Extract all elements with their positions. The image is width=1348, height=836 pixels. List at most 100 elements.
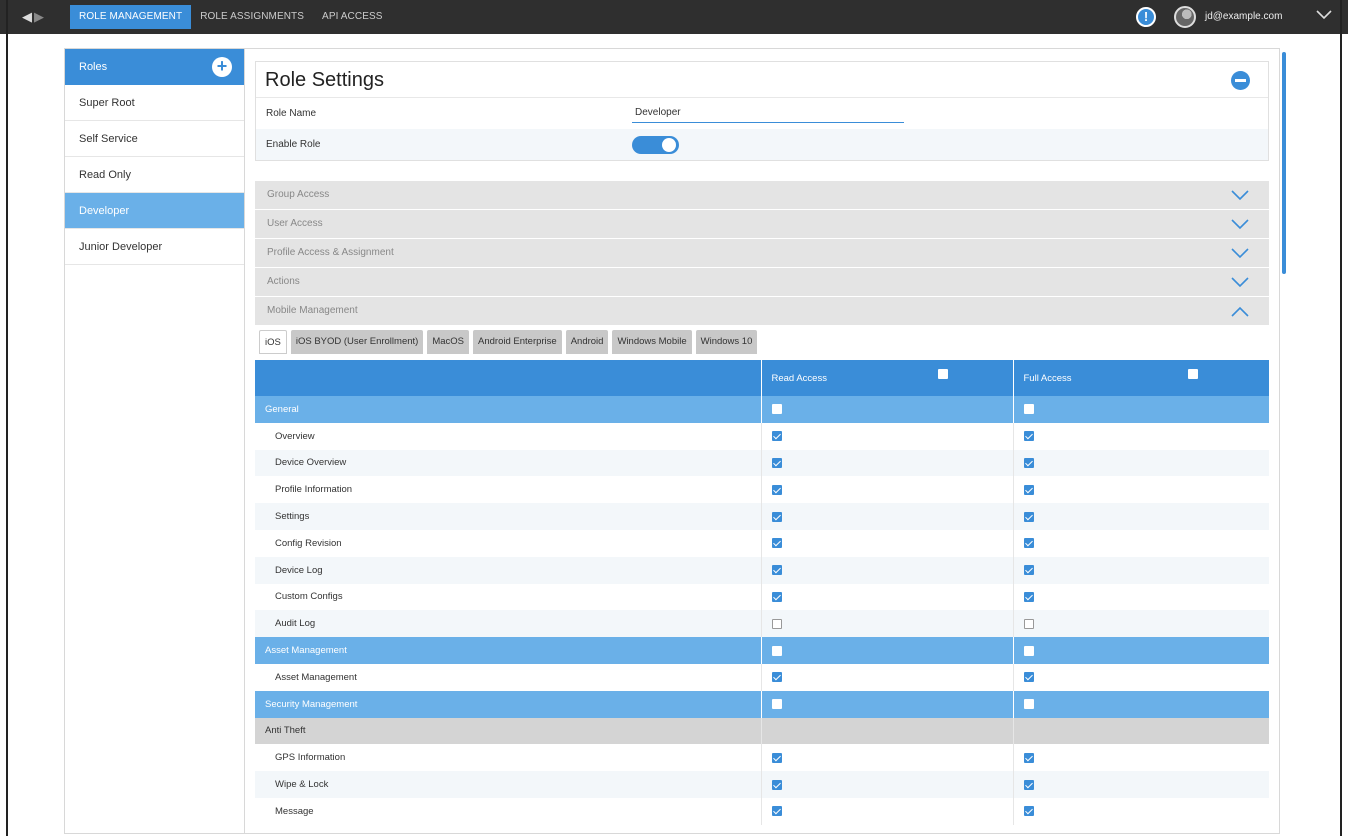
chevron-down-icon[interactable] [1231, 190, 1249, 201]
read-access-checkbox[interactable] [771, 431, 782, 442]
platform-tab[interactable]: Android [565, 330, 609, 354]
table-row: Config Revision [255, 529, 1269, 557]
accordion-section[interactable]: Group Access [255, 181, 1269, 210]
read-access-checkbox[interactable] [771, 672, 782, 683]
read-access-checkbox[interactable] [771, 806, 782, 817]
accordion-section[interactable]: Mobile Management [255, 297, 1269, 326]
full-access-checkbox[interactable] [1023, 538, 1034, 549]
full-access-checkbox[interactable] [1023, 752, 1034, 763]
back-arrow-icon[interactable]: ◀ [22, 9, 34, 24]
full-access-checkbox[interactable] [1023, 431, 1034, 442]
full-access-checkbox[interactable] [1023, 699, 1034, 710]
full-access-checkbox[interactable] [1023, 457, 1034, 468]
accordion-section[interactable]: User Access [255, 210, 1269, 239]
top-nav-item[interactable]: API ACCESS [313, 5, 391, 29]
permission-label: Custom Configs [255, 583, 762, 611]
role-list-item[interactable]: Super Root [65, 85, 244, 121]
top-nav-item[interactable]: ROLE MANAGEMENT [70, 5, 192, 29]
platform-tab[interactable]: iOS BYOD (User Enrollment) [290, 330, 424, 354]
alert-icon[interactable]: ! [1136, 7, 1156, 27]
role-list-item[interactable]: Self Service [65, 121, 244, 157]
role-name-label: Role Name [266, 108, 317, 119]
platform-tab[interactable]: Windows Mobile [612, 330, 692, 354]
full-access-cell [1013, 556, 1269, 584]
full-all-checkbox[interactable] [1187, 369, 1198, 379]
read-access-checkbox[interactable] [771, 699, 782, 710]
full-access-checkbox[interactable] [1023, 672, 1034, 683]
permission-label: Overview [255, 422, 762, 450]
read-access-checkbox[interactable] [771, 565, 782, 576]
role-list-item[interactable]: Developer [65, 193, 244, 229]
collapse-icon[interactable] [1231, 71, 1250, 90]
full-access-cell [1013, 610, 1269, 638]
add-role-icon[interactable]: + [212, 57, 232, 77]
chevron-down-icon[interactable] [1316, 9, 1332, 21]
read-access-checkbox[interactable] [771, 511, 782, 522]
chevron-down-icon[interactable] [1231, 277, 1249, 288]
category-row: Security Management [255, 690, 1269, 718]
full-access-checkbox[interactable] [1023, 618, 1034, 629]
read-access-checkbox[interactable] [771, 645, 782, 656]
user-email[interactable]: jd@example.com [1205, 11, 1282, 22]
full-access-cell [1013, 530, 1269, 557]
table-row: Custom Configs [255, 583, 1269, 611]
enable-role-row: Enable Role [256, 129, 1268, 160]
top-nav-item[interactable]: ROLE ASSIGNMENTS [191, 5, 313, 29]
enable-role-toggle[interactable] [632, 136, 679, 154]
full-access-cell [1013, 690, 1269, 718]
full-access-checkbox[interactable] [1023, 779, 1034, 790]
read-access-cell [761, 476, 1014, 504]
top-bar: ◀▶ ROLE MANAGEMENT ROLE ASSIGNMENTS API AC… [0, 0, 1348, 34]
read-access-checkbox[interactable] [771, 618, 782, 629]
permission-label: Profile Information [255, 476, 762, 504]
read-access-checkbox[interactable] [771, 779, 782, 790]
platform-tab[interactable]: Windows 10 [695, 330, 758, 354]
permission-label: GPS Information [255, 744, 762, 772]
read-access-checkbox[interactable] [771, 404, 782, 415]
app-window: ◀▶ ROLE MANAGEMENT ROLE ASSIGNMENTS API AC… [0, 0, 1348, 836]
full-access-checkbox[interactable] [1023, 565, 1034, 576]
full-access-cell [1013, 637, 1269, 664]
accordion-section[interactable]: Profile Access & Assignment [255, 239, 1269, 268]
role-list: Super Root Self Service Read Only Developer… [65, 85, 244, 265]
table-row: Asset Management [255, 663, 1269, 691]
full-access-cell [1013, 664, 1269, 691]
history-arrows: ◀▶ [22, 9, 46, 25]
category-row: Asset Management [255, 637, 1269, 664]
chevron-down-icon[interactable] [1231, 248, 1249, 259]
chevron-up-icon[interactable] [1231, 306, 1249, 317]
full-access-checkbox[interactable] [1023, 645, 1034, 656]
forward-arrow-icon[interactable]: ▶ [34, 9, 46, 24]
role-settings-box: Role Settings Role Name Enable Role [255, 61, 1269, 161]
read-access-checkbox[interactable] [771, 484, 782, 495]
permissions-table: Read Access Full Access General Overview D… [255, 360, 1269, 825]
full-access-checkbox[interactable] [1023, 484, 1034, 495]
full-access-checkbox[interactable] [1023, 806, 1034, 817]
roles-header-label: Roles [79, 61, 108, 73]
chevron-down-icon[interactable] [1231, 219, 1249, 230]
platform-tab[interactable]: MacOS [427, 330, 470, 354]
table-row: Audit Log [255, 610, 1269, 638]
role-list-item[interactable]: Junior Developer [65, 229, 244, 265]
header-blank-cell [255, 360, 762, 396]
role-name-field[interactable] [632, 103, 904, 123]
full-access-checkbox[interactable] [1023, 591, 1034, 602]
role-list-item[interactable]: Read Only [65, 157, 244, 193]
read-access-checkbox[interactable] [771, 538, 782, 549]
role-name-row: Role Name [256, 98, 1268, 129]
read-all-checkbox[interactable] [937, 369, 948, 379]
read-access-cell [761, 610, 1014, 638]
table-row: Settings [255, 503, 1269, 530]
scrollbar[interactable] [1282, 52, 1286, 274]
full-access-checkbox[interactable] [1023, 404, 1034, 415]
platform-tab[interactable]: iOS [259, 330, 287, 354]
read-access-checkbox[interactable] [771, 591, 782, 602]
avatar[interactable] [1174, 6, 1196, 28]
page-title: Role Settings [265, 69, 384, 91]
accordion-section[interactable]: Actions [255, 268, 1269, 297]
full-access-checkbox[interactable] [1023, 511, 1034, 522]
read-access-checkbox[interactable] [771, 752, 782, 763]
read-access-checkbox[interactable] [771, 457, 782, 468]
platform-tab[interactable]: Android Enterprise [473, 330, 562, 354]
top-nav: ROLE MANAGEMENT ROLE ASSIGNMENTS API ACCES… [70, 5, 392, 29]
